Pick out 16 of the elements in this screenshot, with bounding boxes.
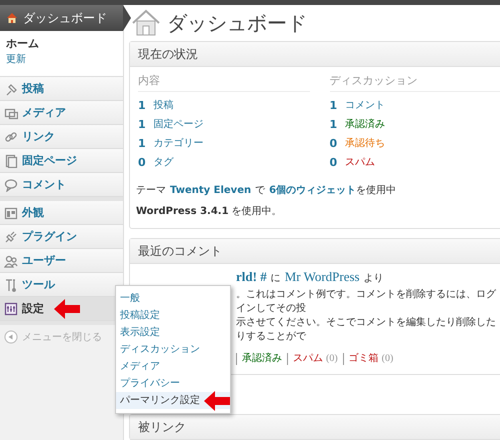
comment-excerpt: 示させてください。そこでコメントを編集したり削除したりすることがで <box>236 316 497 344</box>
widget-title: 被リンク <box>130 415 500 440</box>
comment-excerpt: 。これはコメント例です。コメントを削除するには、ログインしてその投 <box>236 288 497 316</box>
theme-text: で <box>255 184 266 198</box>
widget-title: 現在の状況 <box>130 42 500 67</box>
comment-count: (0) <box>382 352 394 366</box>
theme-text: テーマ <box>136 184 166 198</box>
column-heading: ディスカッション <box>330 71 500 92</box>
comment-text: に <box>270 272 281 286</box>
comment-text: より <box>364 272 384 286</box>
page-title: ダッシュボード <box>167 10 307 36</box>
version-text: WordPress 3.4.1 を使用中。 <box>135 204 283 219</box>
theme-text: を使用中 <box>356 184 396 198</box>
comment-count: (0) <box>326 352 338 366</box>
column-heading: 内容 <box>138 71 310 92</box>
widget-title: 最近のコメント <box>130 239 500 264</box>
